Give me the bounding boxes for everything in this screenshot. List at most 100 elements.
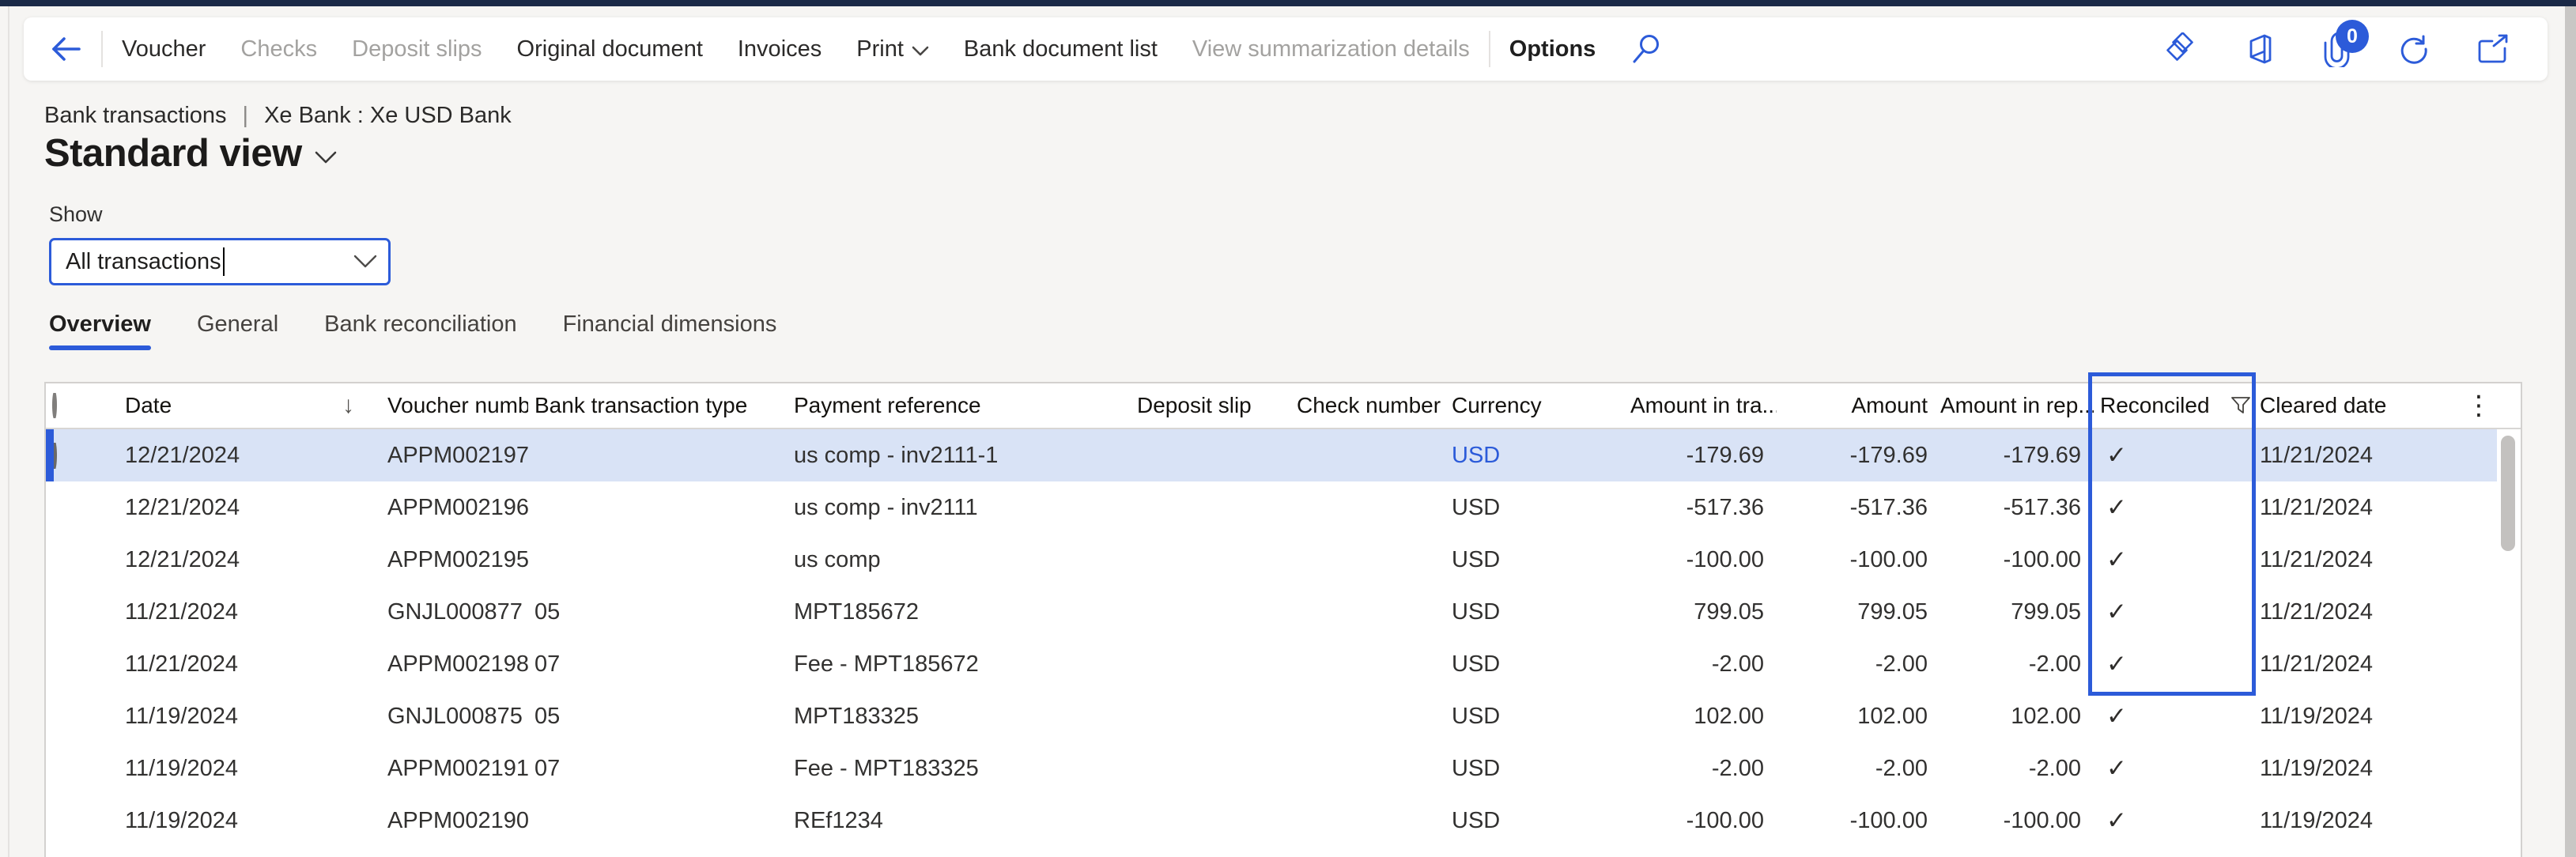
cell-amount-in-transaction[interactable]: -100.00 bbox=[1630, 808, 1777, 834]
options-button[interactable]: Options bbox=[1509, 36, 1596, 62]
row-select-cell[interactable] bbox=[46, 704, 101, 730]
grid-more-options-button[interactable]: ⋮ bbox=[2461, 390, 2497, 421]
cell-date[interactable]: 11/19/2024 bbox=[101, 756, 381, 782]
table-row[interactable]: 11/21/2024 APPM002198 07 Fee - MPT185672… bbox=[46, 638, 2497, 690]
column-header-cleared-date[interactable]: Cleared date bbox=[2253, 393, 2461, 418]
row-select-cell[interactable] bbox=[46, 495, 101, 521]
cell-date[interactable]: 11/19/2024 bbox=[101, 704, 381, 730]
tab-bank-reconciliation[interactable]: Bank reconciliation bbox=[324, 311, 516, 350]
select-all-circle-icon[interactable] bbox=[52, 393, 57, 418]
grid-scrollbar-thumb[interactable] bbox=[2501, 436, 2515, 551]
menu-item-checks[interactable]: Checks bbox=[240, 36, 317, 62]
cell-currency[interactable]: USD bbox=[1445, 651, 1630, 678]
cell-amount-in-transaction[interactable]: -517.36 bbox=[1630, 495, 1777, 521]
filter-funnel-icon[interactable] bbox=[2230, 395, 2251, 416]
cell-amount-in-reporting[interactable]: -179.69 bbox=[1940, 443, 2094, 469]
view-selector[interactable]: Standard view bbox=[44, 131, 337, 176]
show-transactions-combobox[interactable]: All transactions bbox=[49, 238, 391, 285]
grid-scrollbar[interactable] bbox=[2499, 431, 2517, 857]
cell-amount-in-transaction[interactable]: -2.00 bbox=[1630, 651, 1777, 678]
cell-payment-reference[interactable]: Fee - MPT183325 bbox=[788, 756, 1131, 782]
cell-amount[interactable]: -2.00 bbox=[1777, 756, 1940, 782]
table-row[interactable]: 11/19/2024 GNJL000875 05 MPT183325 USD 1… bbox=[46, 690, 2497, 742]
cell-cleared-date[interactable]: 11/19/2024 bbox=[2253, 756, 2461, 782]
cell-cleared-date[interactable]: 11/21/2024 bbox=[2253, 495, 2461, 521]
cell-voucher-number[interactable]: APPM002197 bbox=[381, 443, 528, 469]
cell-amount[interactable]: 799.05 bbox=[1777, 599, 1940, 625]
breadcrumb-page[interactable]: Bank transactions bbox=[44, 103, 227, 129]
cell-amount-in-transaction[interactable]: -2.00 bbox=[1630, 756, 1777, 782]
cell-date[interactable]: 11/21/2024 bbox=[101, 651, 381, 678]
cell-amount[interactable]: -2.00 bbox=[1777, 651, 1940, 678]
cell-payment-reference[interactable]: MPT183325 bbox=[788, 704, 1131, 730]
table-row[interactable]: 11/19/2024 APPM002191 07 Fee - MPT183325… bbox=[46, 742, 2497, 795]
cell-currency[interactable]: USD bbox=[1445, 495, 1630, 521]
cell-bank-transaction-type[interactable]: 07 bbox=[528, 651, 788, 678]
cell-bank-transaction-type[interactable]: 05 bbox=[528, 704, 788, 730]
column-header-deposit-slip[interactable]: Deposit slip bbox=[1131, 393, 1290, 418]
column-header-voucher-number[interactable]: Voucher number bbox=[381, 393, 528, 418]
cell-payment-reference[interactable]: Fee - MPT185672 bbox=[788, 651, 1131, 678]
cell-date[interactable]: 12/21/2024 bbox=[101, 547, 381, 573]
cell-bank-transaction-type[interactable]: 05 bbox=[528, 599, 788, 625]
table-row[interactable]: 12/21/2024 APPM002197 us comp - inv2111-… bbox=[46, 429, 2497, 481]
cell-amount-in-transaction[interactable]: -179.69 bbox=[1630, 443, 1777, 469]
cell-reconciled-checkmark[interactable]: ✓ bbox=[2094, 754, 2253, 783]
column-header-payment-reference[interactable]: Payment reference bbox=[788, 393, 1131, 418]
column-header-bank-transaction-type[interactable]: Bank transaction type bbox=[528, 393, 788, 418]
cell-currency[interactable]: USD bbox=[1445, 547, 1630, 573]
row-select-cell[interactable] bbox=[46, 651, 101, 678]
cell-currency[interactable]: USD bbox=[1445, 756, 1630, 782]
cell-reconciled-checkmark[interactable]: ✓ bbox=[2094, 702, 2253, 731]
column-header-amount-in-transaction[interactable]: Amount in tra... bbox=[1630, 393, 1777, 418]
cell-voucher-number[interactable]: APPM002195 bbox=[381, 547, 528, 573]
cell-voucher-number[interactable]: APPM002196 bbox=[381, 495, 528, 521]
cell-amount-in-transaction[interactable]: 799.05 bbox=[1630, 599, 1777, 625]
row-select-cell[interactable] bbox=[46, 599, 101, 625]
cell-amount[interactable]: -100.00 bbox=[1777, 808, 1940, 834]
cell-reconciled-checkmark[interactable]: ✓ bbox=[2094, 441, 2253, 470]
cell-cleared-date[interactable]: 11/21/2024 bbox=[2253, 599, 2461, 625]
cell-reconciled-checkmark[interactable]: ✓ bbox=[2094, 546, 2253, 574]
menu-item-invoices[interactable]: Invoices bbox=[738, 36, 822, 62]
column-header-amount[interactable]: Amount bbox=[1777, 393, 1940, 418]
tab-general[interactable]: General bbox=[197, 311, 278, 350]
back-button[interactable] bbox=[49, 34, 82, 64]
row-select-cell[interactable] bbox=[46, 756, 101, 782]
column-header-check-number[interactable]: Check number bbox=[1290, 393, 1445, 418]
row-select-cell[interactable] bbox=[46, 443, 101, 469]
apps-button[interactable] bbox=[2165, 32, 2198, 66]
menu-item-view-summarization-details[interactable]: View summarization details bbox=[1192, 36, 1470, 62]
cell-voucher-number[interactable]: APPM002190 bbox=[381, 808, 528, 834]
select-all-checkbox[interactable] bbox=[46, 393, 101, 418]
cell-cleared-date[interactable]: 11/21/2024 bbox=[2253, 547, 2461, 573]
table-row[interactable]: 11/19/2024 APPM002190 REf1234 USD -100.0… bbox=[46, 795, 2497, 847]
cell-reconciled-checkmark[interactable]: ✓ bbox=[2094, 493, 2253, 522]
cell-reconciled-checkmark[interactable]: ✓ bbox=[2094, 806, 2253, 835]
cell-voucher-number[interactable]: GNJL000877 bbox=[381, 599, 528, 625]
cell-amount-in-reporting[interactable]: -2.00 bbox=[1940, 651, 2094, 678]
cell-payment-reference[interactable]: us comp - inv2111-1 bbox=[788, 443, 1131, 469]
cell-amount[interactable]: 102.00 bbox=[1777, 704, 1940, 730]
attachments-button[interactable]: 0 bbox=[2321, 31, 2351, 67]
table-row[interactable]: 12/21/2024 APPM002196 us comp - inv2111 … bbox=[46, 481, 2497, 534]
cell-currency[interactable]: USD bbox=[1445, 443, 1630, 469]
row-select-circle-icon[interactable] bbox=[52, 443, 57, 469]
row-select-cell[interactable] bbox=[46, 808, 101, 834]
cell-date[interactable]: 12/21/2024 bbox=[101, 443, 381, 469]
column-header-date[interactable]: Date ↓ bbox=[101, 392, 381, 419]
cell-cleared-date[interactable]: 11/19/2024 bbox=[2253, 704, 2461, 730]
cell-voucher-number[interactable]: APPM002198 bbox=[381, 651, 528, 678]
search-button[interactable] bbox=[1630, 33, 1662, 65]
menu-item-voucher[interactable]: Voucher bbox=[122, 36, 206, 62]
cell-amount[interactable]: -100.00 bbox=[1777, 547, 1940, 573]
menu-item-print[interactable]: Print bbox=[856, 36, 929, 62]
cell-amount-in-reporting[interactable]: -2.00 bbox=[1940, 756, 2094, 782]
cell-date[interactable]: 11/19/2024 bbox=[101, 808, 381, 834]
cell-currency[interactable]: USD bbox=[1445, 599, 1630, 625]
cell-voucher-number[interactable]: APPM002191 bbox=[381, 756, 528, 782]
cell-reconciled-checkmark[interactable]: ✓ bbox=[2094, 598, 2253, 626]
table-row[interactable]: 12/21/2024 APPM002195 us comp USD -100.0… bbox=[46, 534, 2497, 586]
cell-payment-reference[interactable]: MPT185672 bbox=[788, 599, 1131, 625]
tab-overview[interactable]: Overview bbox=[49, 311, 151, 350]
